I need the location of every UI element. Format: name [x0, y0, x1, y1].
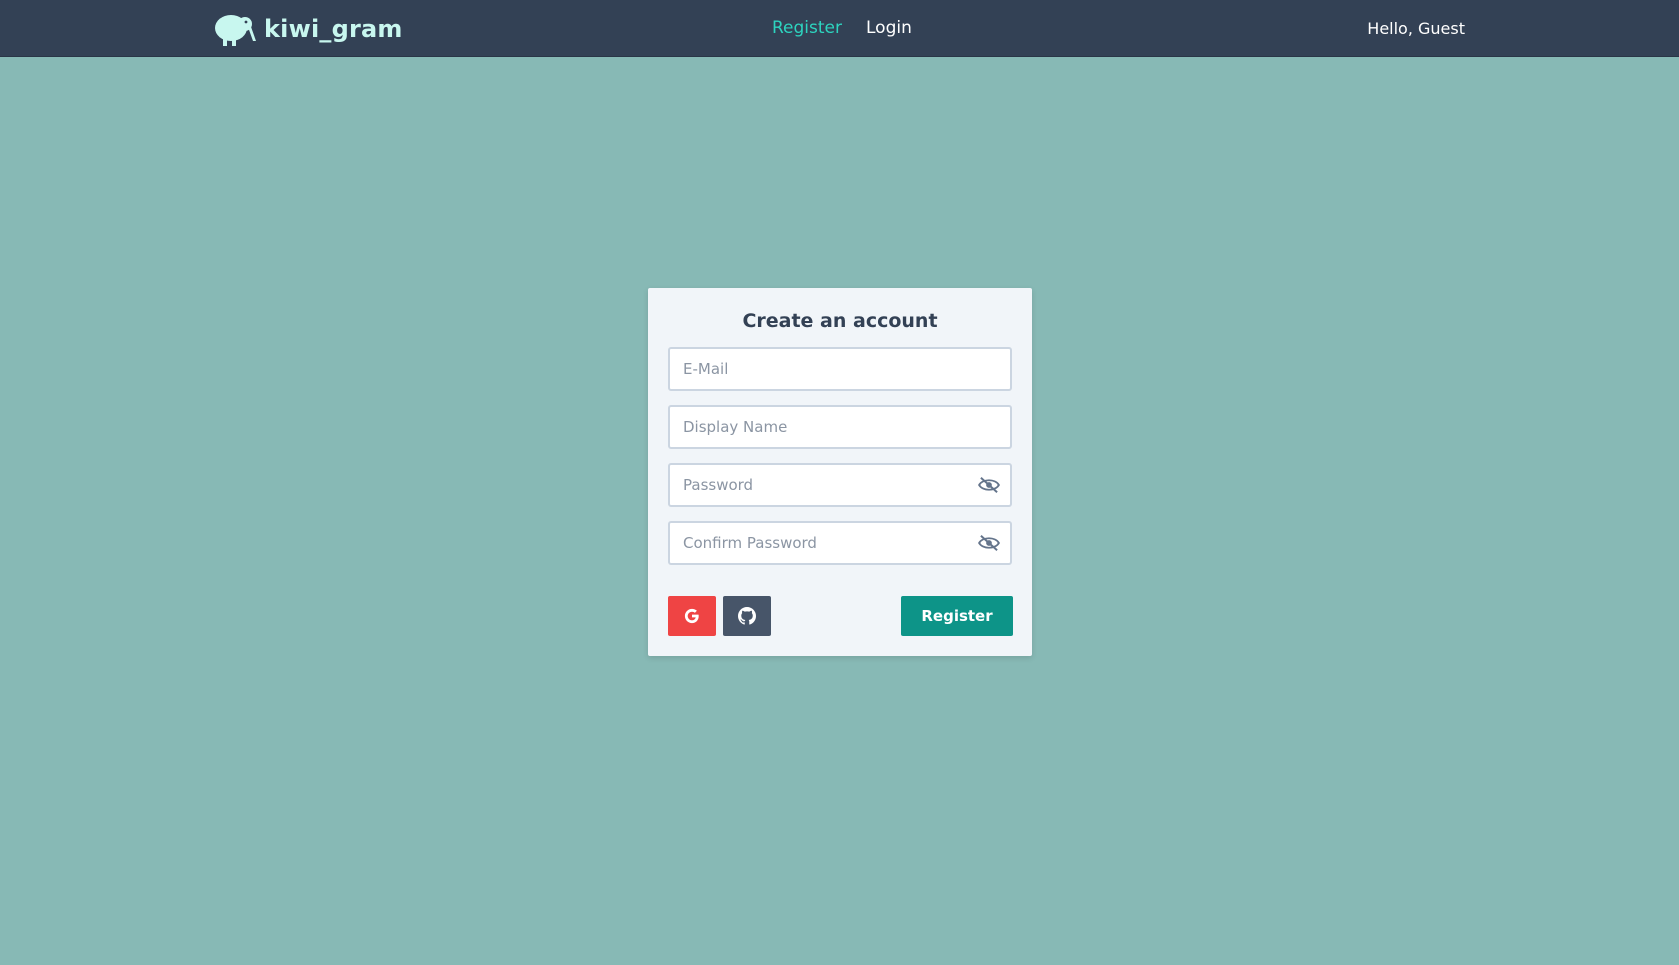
github-icon [738, 607, 756, 625]
nav-login-link[interactable]: Login [866, 18, 912, 38]
user-greeting: Hello, Guest [1367, 19, 1465, 38]
main-nav: Register Login [772, 18, 912, 38]
email-input[interactable] [670, 349, 1010, 389]
eye-slash-icon[interactable] [978, 534, 1000, 552]
google-icon [684, 608, 699, 624]
top-navbar: kiwi_gram Register Login Hello, Guest [0, 0, 1679, 57]
brand-name: kiwi_gram [264, 15, 403, 43]
kiwi-bird-icon [215, 15, 256, 46]
confirm-password-input[interactable] [670, 523, 1010, 563]
confirm-password-field [668, 521, 1012, 565]
github-signin-button[interactable] [723, 596, 771, 636]
password-field [668, 463, 1012, 507]
nav-register-link[interactable]: Register [772, 18, 842, 38]
brand-logo-link[interactable]: kiwi_gram [214, 10, 403, 48]
google-signin-button[interactable] [668, 596, 716, 636]
register-submit-button[interactable]: Register [901, 596, 1013, 636]
form-title: Create an account [742, 310, 938, 332]
register-card: Create an account Register [648, 288, 1032, 656]
email-field [668, 347, 1012, 391]
display-name-field [668, 405, 1012, 449]
eye-slash-icon[interactable] [978, 476, 1000, 494]
password-input[interactable] [670, 465, 1010, 505]
display-name-input[interactable] [670, 407, 1010, 447]
